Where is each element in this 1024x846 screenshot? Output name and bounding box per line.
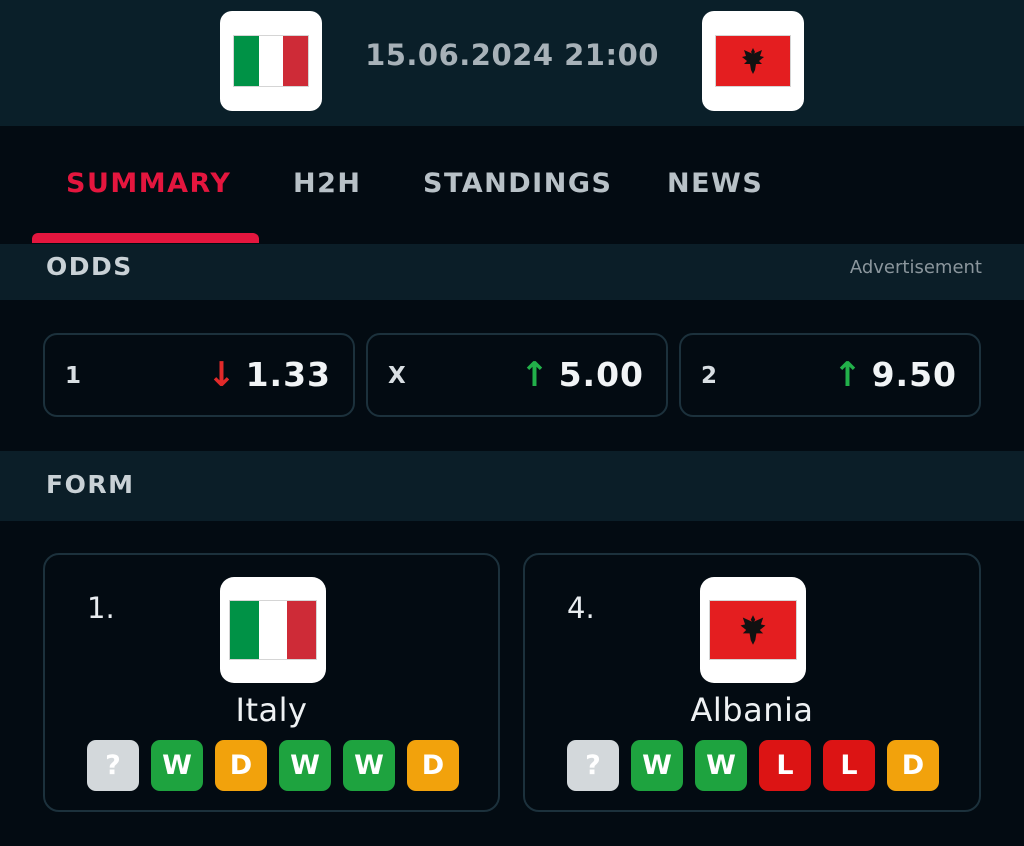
odds-section-header: ODDS Advertisement: [0, 244, 1024, 300]
tab-h2h[interactable]: H2H: [293, 168, 361, 199]
form-badge-win[interactable]: W: [343, 740, 395, 791]
italy-flag-icon: [229, 600, 317, 660]
team-name: Albania: [690, 691, 814, 729]
form-badge-win[interactable]: W: [695, 740, 747, 791]
odds-home-button[interactable]: 1 ↓ 1.33: [43, 333, 355, 417]
away-team-flag[interactable]: [702, 11, 804, 111]
form-card-italy[interactable]: 1. Italy ? W D W W D: [43, 553, 500, 812]
tab-bar: SUMMARY H2H STANDINGS NEWS: [0, 126, 1024, 244]
eagle-icon: [740, 615, 766, 645]
odds-title: ODDS: [46, 252, 133, 281]
odds-value: 5.00: [558, 355, 644, 394]
team-name: Italy: [235, 691, 308, 729]
team-rank: 4.: [567, 591, 595, 625]
tab-summary[interactable]: SUMMARY: [66, 168, 231, 199]
form-badge-loss[interactable]: L: [759, 740, 811, 791]
eagle-icon: [742, 48, 764, 74]
arrow-up-icon: ↑: [520, 354, 549, 395]
team-rank: 1.: [87, 591, 115, 625]
form-badge-upcoming[interactable]: ?: [567, 740, 619, 791]
team-flag: [700, 577, 806, 683]
form-results: ? W W L L D: [567, 740, 939, 791]
form-card-albania[interactable]: 4. Albania ? W W L L D: [523, 553, 981, 812]
odds-away-button[interactable]: 2 ↑ 9.50: [679, 333, 981, 417]
form-section-header: FORM: [0, 451, 1024, 521]
form-badge-draw[interactable]: D: [887, 740, 939, 791]
advertisement-label: Advertisement: [849, 257, 982, 278]
odds-value: 9.50: [871, 355, 957, 394]
form-title: FORM: [46, 470, 135, 499]
form-badge-upcoming[interactable]: ?: [87, 740, 139, 791]
odds-value: 1.33: [245, 355, 331, 394]
form-badge-win[interactable]: W: [151, 740, 203, 791]
arrow-up-icon: ↑: [833, 354, 862, 395]
match-datetime: 15.06.2024 21:00: [365, 38, 659, 72]
odds-outcome-label: X: [388, 363, 406, 389]
odds-draw-button[interactable]: X ↑ 5.00: [366, 333, 668, 417]
odds-outcome-label: 2: [701, 363, 718, 389]
form-badge-win[interactable]: W: [279, 740, 331, 791]
tab-news[interactable]: NEWS: [667, 168, 763, 199]
albania-flag-icon: [709, 600, 797, 660]
form-badge-win[interactable]: W: [631, 740, 683, 791]
match-header: 15.06.2024 21:00: [0, 0, 1024, 126]
form-badge-draw[interactable]: D: [215, 740, 267, 791]
arrow-down-icon: ↓: [207, 354, 236, 395]
team-flag: [220, 577, 326, 683]
form-badge-draw[interactable]: D: [407, 740, 459, 791]
form-badge-loss[interactable]: L: [823, 740, 875, 791]
active-tab-indicator: [32, 233, 259, 243]
odds-outcome-label: 1: [65, 363, 82, 389]
albania-flag-icon: [715, 35, 791, 87]
tab-standings[interactable]: STANDINGS: [423, 168, 612, 199]
form-results: ? W D W W D: [87, 740, 459, 791]
